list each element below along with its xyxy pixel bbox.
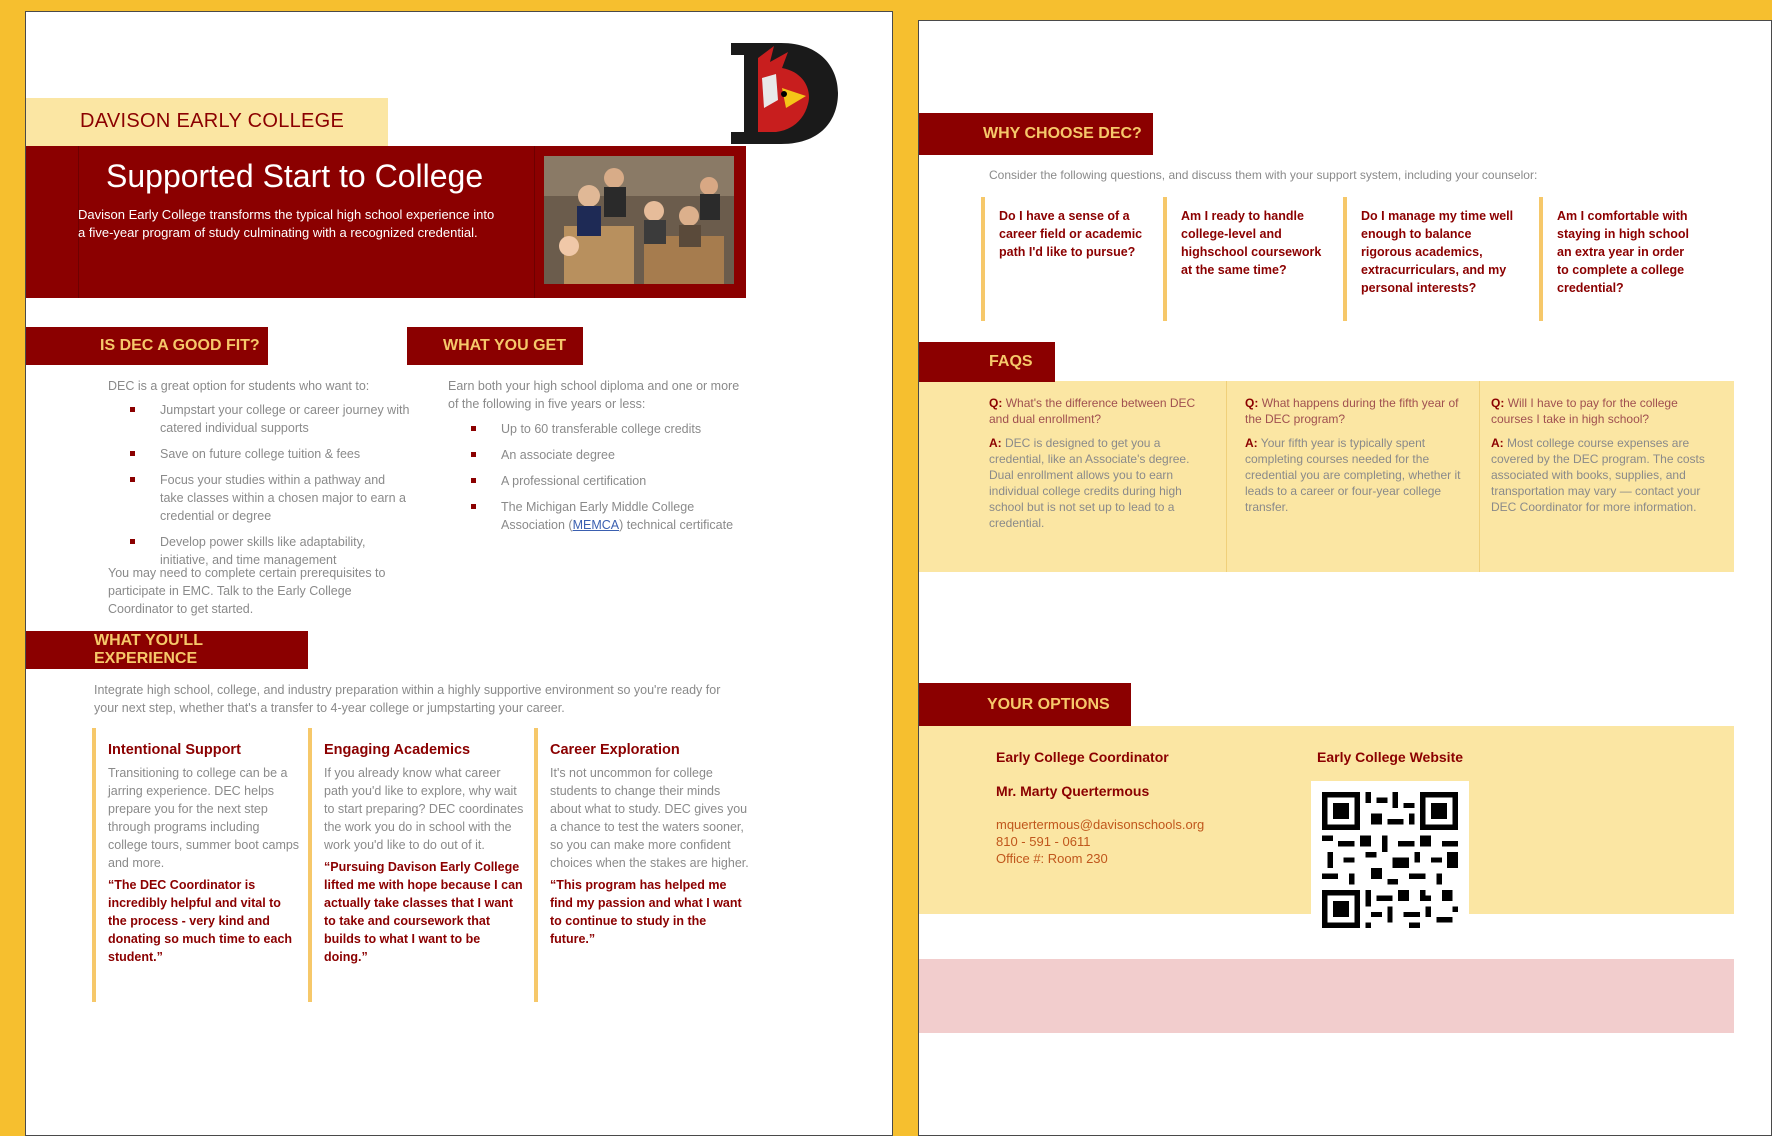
school-label-box: DAVISON EARLY COLLEGE bbox=[26, 98, 388, 146]
davison-cardinal-logo bbox=[731, 43, 838, 144]
hero-description: Davison Early College transforms the typ… bbox=[78, 207, 495, 240]
fit-list-item: Save on future college tuition & fees bbox=[130, 445, 412, 463]
coordinator-phone: 810 - 591 - 0611 bbox=[996, 834, 1091, 849]
experience-column-academics: Engaging Academics If you already know w… bbox=[324, 742, 524, 966]
column-divider bbox=[308, 728, 312, 1002]
experience-column-support: Intentional Support Transitioning to col… bbox=[108, 742, 300, 966]
why-question: Am I ready to handle college-level and h… bbox=[1181, 209, 1322, 277]
memca-text-after: ) technical certificate bbox=[619, 518, 734, 532]
column-divider bbox=[534, 728, 538, 1002]
coordinator-contact: mquertermous@davisonschools.org 810 - 59… bbox=[996, 816, 1204, 867]
memca-link[interactable]: MEMCA bbox=[573, 518, 620, 532]
students-photo bbox=[544, 156, 734, 284]
why-question-card: Do I manage my time well enough to balan… bbox=[1343, 197, 1515, 321]
fit-heading: IS DEC A GOOD FIT? bbox=[26, 327, 268, 365]
website-label: Early College Website bbox=[1317, 749, 1464, 765]
column-text: It's not uncommon for college students t… bbox=[550, 766, 749, 870]
fit-list-item: Jumpstart your college or career journey… bbox=[130, 401, 412, 437]
hero-band: Supported Start to College Davison Early… bbox=[26, 146, 746, 298]
faq-question: Will I have to pay for the college cours… bbox=[1491, 396, 1678, 426]
hero-divider-right bbox=[534, 146, 535, 298]
fit-list-item: Focus your studies within a pathway and … bbox=[130, 471, 412, 525]
faq-item: Q: Will I have to pay for the college co… bbox=[1491, 395, 1713, 515]
options-footer-band bbox=[919, 959, 1734, 1033]
column-title: Career Exploration bbox=[550, 742, 680, 758]
column-quote: “Pursuing Davison Early College lifted m… bbox=[324, 860, 523, 964]
why-question: Am I comfortable with staying in high sc… bbox=[1557, 209, 1689, 295]
faq-a-prefix: A: bbox=[1245, 436, 1258, 450]
faq-answer: DEC is designed to get you a credential,… bbox=[989, 436, 1190, 530]
get-list-item: An associate degree bbox=[471, 446, 751, 464]
faq-a-prefix: A: bbox=[989, 436, 1002, 450]
flyer-page-1: DAVISON EARLY COLLEGE Supported Start to… bbox=[25, 11, 893, 1136]
coordinator-office: Office #: Room 230 bbox=[996, 851, 1108, 866]
column-text: Transitioning to college can be a jarrin… bbox=[108, 766, 300, 870]
get-intro: Earn both your high school diploma and o… bbox=[448, 379, 740, 411]
coordinator-label: Early College Coordinator bbox=[996, 749, 1169, 765]
get-list-item: Up to 60 transferable college credits bbox=[471, 420, 751, 438]
fit-list: Jumpstart your college or career journey… bbox=[130, 401, 412, 577]
coordinator-name: Mr. Marty Quertermous bbox=[996, 783, 1150, 799]
get-list-item: A professional certification bbox=[471, 472, 751, 490]
experience-column-career: Career Exploration It's not uncommon for… bbox=[550, 742, 750, 948]
options-heading: YOUR OPTIONS bbox=[919, 683, 1131, 726]
website-qr-code[interactable] bbox=[1311, 781, 1469, 939]
faq-answer: Your fifth year is typically spent compl… bbox=[1245, 436, 1461, 514]
why-heading: WHY CHOOSE DEC? bbox=[919, 113, 1153, 155]
column-divider bbox=[92, 728, 96, 1002]
school-label: DAVISON EARLY COLLEGE bbox=[80, 110, 345, 132]
column-title: Engaging Academics bbox=[324, 742, 471, 758]
why-question: Do I manage my time well enough to balan… bbox=[1361, 209, 1514, 295]
hero-title: Supported Start to College bbox=[106, 158, 484, 194]
column-quote: “This program has helped me find my pass… bbox=[550, 878, 742, 946]
faq-divider bbox=[1226, 381, 1227, 572]
faq-item: Q: What's the difference between DEC and… bbox=[989, 395, 1209, 531]
column-quote: “The DEC Coordinator is incredibly helpf… bbox=[108, 878, 293, 964]
coordinator-email[interactable]: mquertermous@davisonschools.org bbox=[996, 816, 1204, 833]
qr-code-icon bbox=[1311, 781, 1469, 939]
get-list: Up to 60 transferable college credits An… bbox=[471, 420, 751, 542]
experience-intro: Integrate high school, college, and indu… bbox=[94, 683, 721, 715]
faq-divider bbox=[1479, 381, 1480, 572]
flyer-page-2: WHY CHOOSE DEC? Consider the following q… bbox=[918, 20, 1772, 1136]
column-text: If you already know what career path you… bbox=[324, 766, 524, 852]
faq-a-prefix: A: bbox=[1491, 436, 1504, 450]
faq-question: What happens during the fifth year of th… bbox=[1245, 396, 1459, 426]
why-question-card: Am I comfortable with staying in high sc… bbox=[1539, 197, 1699, 321]
fit-outro: You may need to complete certain prerequ… bbox=[108, 566, 386, 616]
why-question: Do I have a sense of a career field or a… bbox=[999, 209, 1143, 259]
experience-heading: WHAT YOU'LL EXPERIENCE bbox=[26, 631, 308, 669]
faq-answer: Most college course expenses are covered… bbox=[1491, 436, 1705, 514]
why-question-card: Am I ready to handle college-level and h… bbox=[1163, 197, 1329, 321]
fit-intro: DEC is a great option for students who w… bbox=[108, 379, 370, 393]
faq-item: Q: What happens during the fifth year of… bbox=[1245, 395, 1467, 515]
why-intro: Consider the following questions, and di… bbox=[989, 168, 1538, 182]
faq-heading: FAQS bbox=[919, 342, 1055, 382]
get-list-item-memca: The Michigan Early Middle College Associ… bbox=[471, 498, 751, 534]
faq-q-prefix: Q: bbox=[1245, 396, 1259, 410]
column-title: Intentional Support bbox=[108, 742, 241, 758]
get-heading: WHAT YOU GET bbox=[407, 327, 583, 365]
faq-question: What's the difference between DEC and du… bbox=[989, 396, 1196, 426]
faq-q-prefix: Q: bbox=[1491, 396, 1505, 410]
faq-q-prefix: Q: bbox=[989, 396, 1003, 410]
why-question-card: Do I have a sense of a career field or a… bbox=[981, 197, 1145, 321]
